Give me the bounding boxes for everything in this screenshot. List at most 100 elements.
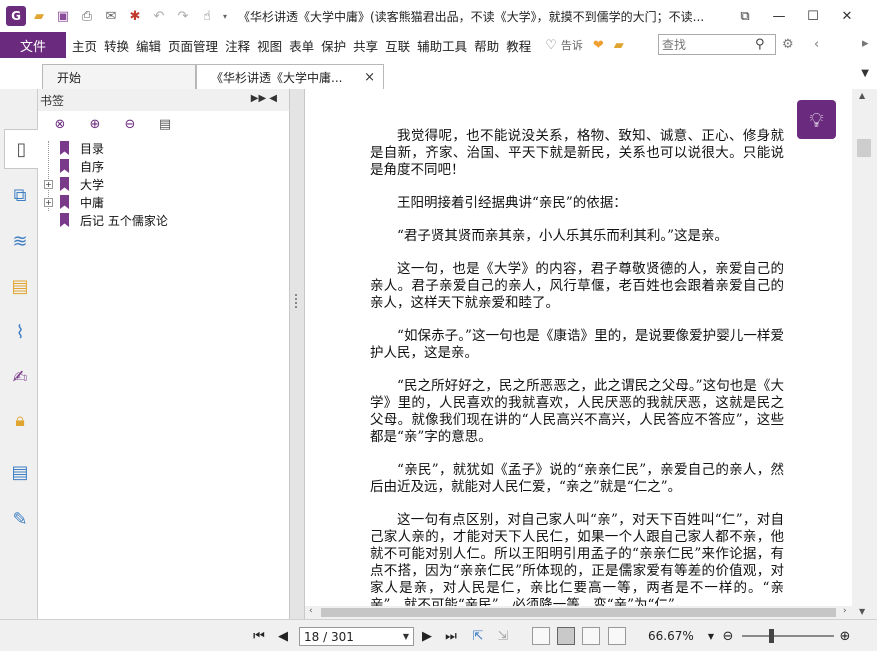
document-view[interactable]: 我觉得呢，也不能说没关系，格物、致知、诚意、正心、修身就是自新，齐家、治国、平天… [305, 89, 852, 606]
menu-form[interactable]: 表单 [289, 36, 314, 55]
bookmark-item[interactable]: 后记 五个儒家论 [38, 211, 289, 229]
scroll-down-icon[interactable]: ▼ [859, 607, 865, 616]
attachments-icon[interactable]: ⌇ [7, 317, 33, 347]
heart-icon[interactable]: ❤ [593, 38, 604, 53]
previous-view-icon[interactable]: ⇱ [469, 627, 487, 645]
bookmark-panel: 书签 ▶▶ ◀ ⊗ ⊕ ⊖ ▤ 目录 自序 + 大学 + 中庸 后记 五个儒家论 [38, 89, 289, 619]
scroll-thumb[interactable] [321, 608, 836, 617]
print-icon[interactable]: ⎙ [76, 5, 98, 27]
menu-comment[interactable]: 注释 [225, 36, 250, 55]
open-folder-icon[interactable]: ▰ [28, 5, 50, 27]
zoom-out-icon[interactable]: ⊖ [719, 627, 737, 645]
certificate-icon[interactable]: ✎ [7, 504, 33, 534]
splitter-grip[interactable] [295, 294, 299, 308]
lightbulb-icon[interactable]: ♡ [545, 38, 557, 53]
maximize-icon[interactable]: ☐ [796, 2, 830, 30]
bookmark-item[interactable]: 目录 [38, 139, 289, 157]
scroll-thumb[interactable] [857, 139, 871, 157]
bookmark-icon [60, 141, 69, 155]
menu-share[interactable]: 共享 [353, 36, 378, 55]
tab-start-label: 开始 [57, 70, 82, 85]
navigation-pane-strip: ▯ ⧉ ≋ ▤ ⌇ ✍ 🔒︎ ▤ ✎ [0, 89, 38, 619]
chevron-down-icon[interactable]: ▾ [220, 5, 230, 27]
continuous-view-icon[interactable] [557, 627, 575, 645]
file-menu-button[interactable]: 文件 [0, 32, 66, 58]
save-icon[interactable]: ▣ [52, 5, 74, 27]
app-logo-icon[interactable]: G [6, 6, 26, 26]
email-icon[interactable]: ✉ [100, 5, 122, 27]
search-input[interactable] [659, 35, 755, 54]
menu-page-manage[interactable]: 页面管理 [168, 36, 218, 55]
bookmark-item[interactable]: + 中庸 [38, 193, 289, 211]
zoom-level[interactable]: 66.67% [648, 629, 694, 643]
security-lock-icon[interactable]: 🔒︎ [7, 405, 33, 435]
bookmark-label: 大学 [80, 177, 105, 192]
panel-collapse-icon[interactable]: ▶▶ ◀ [251, 93, 277, 104]
scroll-right-icon[interactable]: › [843, 606, 847, 616]
menu-home[interactable]: 主页 [72, 36, 97, 55]
add-child-bookmark-icon[interactable]: ⊖ [118, 113, 142, 135]
lightbulb-icon[interactable]: 💡︎ [797, 100, 836, 139]
bookmark-item[interactable]: 自序 [38, 157, 289, 175]
menu-help[interactable]: 帮助 [474, 36, 499, 55]
paragraph: “民之所好好之，民之所恶恶之，此之谓民之父母。”这句也是《大学》里的，人民喜欢的… [370, 378, 784, 445]
bookmark-item[interactable]: + 大学 [38, 175, 289, 193]
expand-icon[interactable]: + [44, 197, 53, 207]
close-icon[interactable]: × [364, 70, 375, 85]
tab-list-chevron-icon[interactable]: ▼ [861, 68, 869, 79]
restore-icon[interactable]: ⧉ [728, 2, 762, 30]
panel-splitter[interactable] [289, 89, 305, 619]
ribbon-next-icon[interactable]: ▸ [862, 36, 869, 51]
tab-document[interactable]: 《华杉讲透《大学中庸... × [196, 64, 384, 90]
next-page-icon[interactable]: ▶ [418, 627, 436, 645]
comments-icon[interactable]: ▤ [7, 271, 33, 301]
hand-tool-icon[interactable]: ☝ [196, 5, 218, 27]
single-page-view-icon[interactable] [532, 627, 550, 645]
search-icon[interactable]: ⚲ [755, 37, 765, 52]
menu-tutorial[interactable]: 教程 [506, 36, 531, 55]
menu-convert[interactable]: 转换 [104, 36, 129, 55]
add-bookmark-icon[interactable]: ⊕ [83, 113, 107, 135]
last-page-icon[interactable]: ⏭ [442, 627, 460, 645]
menu-connect[interactable]: 互联 [385, 36, 410, 55]
menu-view[interactable]: 视图 [257, 36, 282, 55]
scroll-up-icon[interactable]: ▲ [859, 91, 865, 100]
page-number-field[interactable]: 18 / 301 ▼ [299, 627, 414, 646]
page-thumbnails-icon[interactable]: ⧉ [7, 180, 33, 210]
zoom-slider[interactable] [742, 635, 834, 637]
chevron-down-icon[interactable]: ▼ [403, 632, 409, 641]
menu-accessibility[interactable]: 辅助工具 [417, 36, 467, 55]
bookmark-options-icon[interactable]: ▤ [153, 113, 177, 135]
next-view-icon[interactable]: ⇲ [494, 627, 512, 645]
zoom-dropdown-icon[interactable]: ▼ [702, 627, 720, 645]
signatures-icon[interactable]: ✍ [7, 362, 33, 392]
facing-view-icon[interactable] [582, 627, 600, 645]
zoom-slider-thumb[interactable] [769, 629, 774, 643]
menu-edit[interactable]: 编辑 [136, 36, 161, 55]
undo-icon[interactable]: ↶ [148, 5, 170, 27]
minimize-icon[interactable]: — [762, 2, 796, 30]
search-field[interactable]: ⚲ [658, 34, 776, 55]
close-icon[interactable]: ✕ [830, 2, 864, 30]
tab-start[interactable]: 开始 [42, 64, 196, 89]
page-number-value: 18 / 301 [304, 629, 354, 644]
first-page-icon[interactable]: ⏮ [250, 627, 268, 645]
expand-icon[interactable]: + [44, 179, 53, 189]
zoom-in-icon[interactable]: ⊕ [836, 627, 854, 645]
content-icon[interactable]: ▤ [7, 457, 33, 487]
bookmarks-icon[interactable]: ▯ [4, 129, 38, 169]
tell-me-label[interactable]: 告诉 [561, 37, 583, 53]
find-folder-icon[interactable]: ▰ [614, 38, 624, 53]
horizontal-scrollbar[interactable]: ‹ › [305, 606, 852, 619]
continuous-facing-view-icon[interactable] [608, 627, 626, 645]
menu-protect[interactable]: 保护 [321, 36, 346, 55]
previous-page-icon[interactable]: ◀ [274, 627, 292, 645]
gear-icon[interactable]: ⚙ [782, 37, 794, 52]
new-icon[interactable]: ✱ [124, 5, 146, 27]
scroll-left-icon[interactable]: ‹ [309, 606, 313, 616]
delete-bookmark-icon[interactable]: ⊗ [48, 113, 72, 135]
redo-icon[interactable]: ↷ [172, 5, 194, 27]
layers-icon[interactable]: ≋ [7, 226, 33, 256]
vertical-scrollbar[interactable]: ▲ ▼ [852, 89, 877, 619]
ribbon-prev-icon[interactable]: ‹ [814, 37, 819, 52]
